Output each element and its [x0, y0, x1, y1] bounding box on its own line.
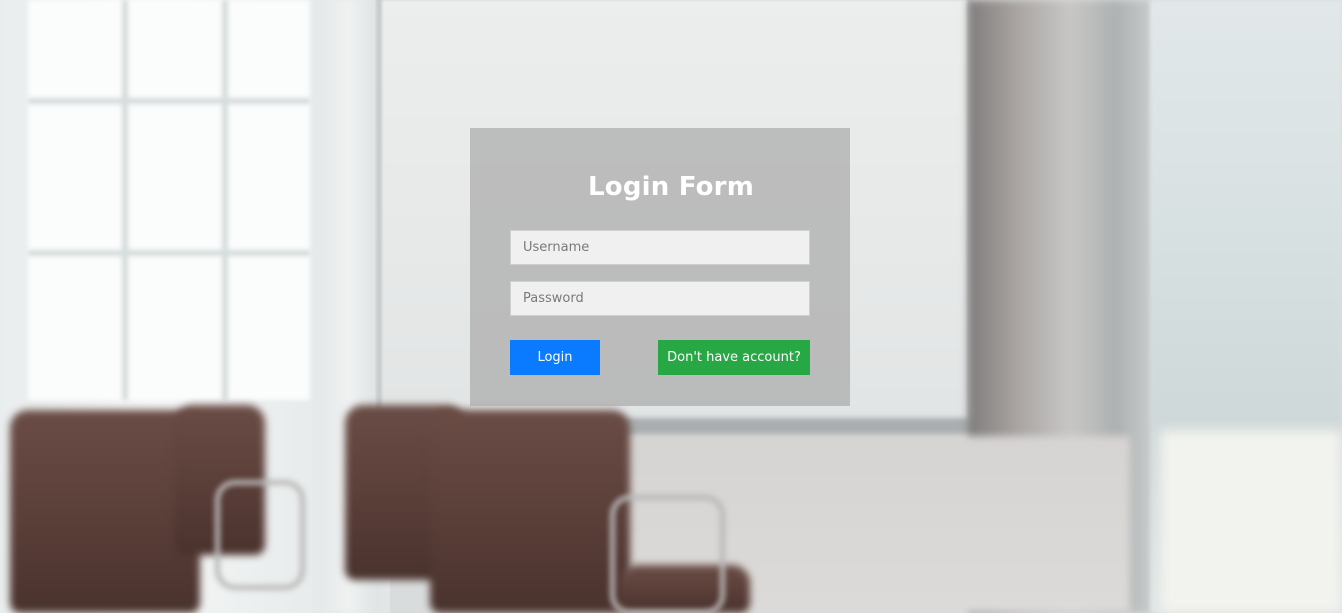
login-button[interactable]: Login [510, 340, 600, 375]
login-page: Login Form Login Don't have account? [0, 0, 1342, 613]
signup-button[interactable]: Don't have account? [658, 340, 810, 375]
login-title-wrapper: Login Form [0, 172, 1342, 202]
password-input[interactable] [510, 281, 810, 316]
background-chair-arm [215, 480, 305, 590]
window-frame [28, 98, 310, 104]
username-input[interactable] [510, 230, 810, 265]
background-chair-arm [610, 495, 725, 613]
background-chair [10, 410, 200, 613]
login-title: Login Form [588, 172, 754, 202]
background-light [1160, 430, 1342, 613]
window-frame [28, 250, 310, 256]
background-ledge [600, 418, 980, 436]
background-chair [430, 410, 630, 613]
